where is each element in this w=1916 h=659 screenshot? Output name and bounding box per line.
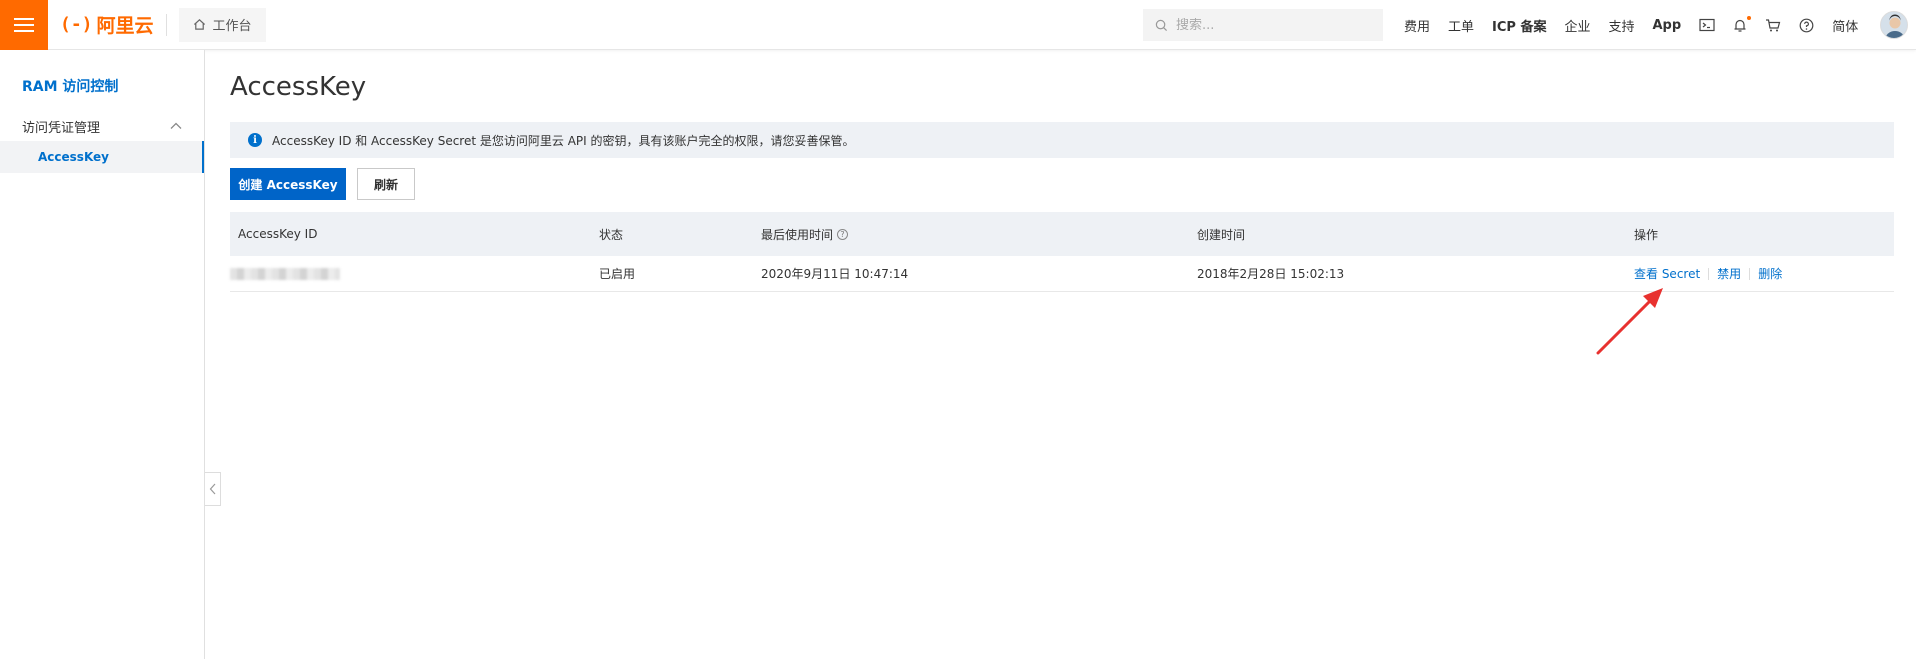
sidebar-group-label: 访问凭证管理	[22, 120, 101, 136]
search-icon	[1155, 19, 1168, 31]
link-tickets[interactable]: 工单	[1448, 16, 1474, 35]
sidebar-item-accesskey[interactable]: AccessKey	[0, 141, 204, 173]
action-divider	[1749, 267, 1751, 280]
logo-mark: (-)	[60, 14, 93, 35]
question-icon[interactable]: ?	[837, 228, 849, 240]
sidebar: RAM 访问控制 访问凭证管理 AccessKey	[0, 50, 205, 659]
header-last-used: 最后使用时间 ?	[761, 226, 1197, 243]
sidebar-title[interactable]: RAM 访问控制	[22, 76, 118, 96]
notification-dot	[1747, 15, 1752, 20]
search-box[interactable]	[1143, 9, 1383, 41]
info-notice: i AccessKey ID 和 AccessKey Secret 是您访问阿里…	[230, 122, 1894, 158]
page-title: AccessKey	[230, 72, 367, 102]
header-accesskey-id: AccessKey ID	[238, 227, 318, 241]
link-app[interactable]: App	[1653, 18, 1682, 33]
disable-link[interactable]: 禁用	[1717, 265, 1741, 282]
masked-accesskey-id	[230, 267, 340, 280]
workbench-label: 工作台	[212, 19, 252, 34]
cell-actions: 查看 Secret 禁用 删除	[1634, 265, 1894, 282]
cell-last-used: 2020年9月11日 10:47:14	[761, 267, 909, 281]
cart-icon[interactable]	[1765, 18, 1781, 33]
notice-text: AccessKey ID 和 AccessKey Secret 是您访问阿里云 …	[272, 133, 855, 148]
hamburger-icon	[14, 17, 34, 33]
cell-created: 2018年2月28日 15:02:13	[1197, 267, 1345, 281]
link-enterprise[interactable]: 企业	[1564, 16, 1590, 35]
link-icp[interactable]: ICP 备案	[1492, 16, 1546, 35]
logo-text: 阿里云	[96, 15, 154, 37]
delete-link[interactable]: 删除	[1758, 265, 1782, 282]
top-links: 费用 工单 ICP 备案 企业 支持 App 简体	[1404, 0, 1876, 50]
search-input[interactable]	[1176, 17, 1366, 33]
avatar[interactable]	[1880, 11, 1908, 39]
action-divider	[1708, 267, 1710, 280]
annotation-arrow	[1596, 288, 1663, 355]
workbench-button[interactable]: 工作台	[178, 7, 266, 42]
table-header: AccessKey ID 状态 最后使用时间 ? 创建时间 操作	[230, 212, 1894, 256]
refresh-button[interactable]: 刷新	[357, 168, 415, 200]
info-icon: i	[248, 133, 262, 147]
bell-icon[interactable]	[1733, 15, 1752, 33]
home-icon	[193, 19, 205, 30]
create-accesskey-button[interactable]: 创建 AccessKey	[230, 168, 346, 200]
header-last-used-label: 最后使用时间	[761, 227, 834, 242]
chevron-left-icon	[209, 483, 216, 495]
hamburger-menu-button[interactable]	[0, 0, 48, 50]
sidebar-collapse-handle[interactable]	[205, 472, 221, 506]
accesskey-table: AccessKey ID 状态 最后使用时间 ? 创建时间 操作 已启用 202…	[230, 212, 1894, 292]
header-actions: 操作	[1634, 227, 1659, 242]
logo-divider	[165, 13, 167, 36]
help-icon[interactable]	[1799, 18, 1814, 33]
language-switch[interactable]: 简体	[1832, 16, 1858, 35]
cell-accesskey-id	[230, 267, 599, 280]
header-created: 创建时间	[1197, 227, 1246, 242]
view-secret-link[interactable]: 查看 Secret	[1634, 265, 1700, 282]
terminal-icon[interactable]	[1699, 18, 1715, 32]
aliyun-logo[interactable]: (-) 阿里云	[60, 0, 154, 50]
sidebar-group-credentials[interactable]: 访问凭证管理	[0, 114, 204, 138]
header-status: 状态	[599, 227, 624, 242]
cell-status: 已启用	[599, 267, 636, 281]
chevron-up-icon	[170, 122, 182, 129]
link-billing[interactable]: 费用	[1404, 16, 1430, 35]
link-support[interactable]: 支持	[1608, 16, 1634, 35]
